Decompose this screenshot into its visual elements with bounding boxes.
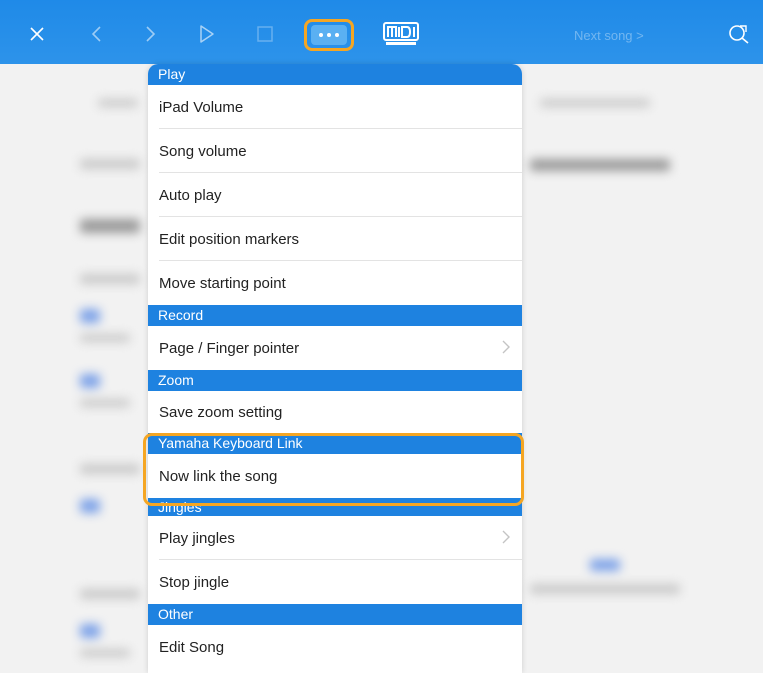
- menu-item-label: Now link the song: [159, 467, 278, 485]
- more-icon: [311, 25, 347, 45]
- more-button[interactable]: [304, 19, 354, 51]
- section-header-record: Record: [148, 305, 522, 326]
- menu-item-save-zoom-setting[interactable]: Save zoom setting: [148, 391, 522, 433]
- menu-item-song-volume[interactable]: Song volume: [148, 129, 522, 173]
- menu-item-label: Stop jingle: [159, 573, 230, 591]
- play-icon[interactable]: [193, 20, 221, 48]
- menu-item-now-link-the-song[interactable]: Now link the song: [148, 454, 522, 498]
- more-options-menu: Play iPad Volume Song volume Auto play E…: [148, 64, 522, 673]
- menu-item-play-jingles[interactable]: Play jingles: [148, 516, 522, 560]
- close-icon[interactable]: [23, 20, 51, 48]
- next-song-link[interactable]: Next song >: [574, 28, 644, 43]
- menu-item-label: Play jingles: [159, 529, 235, 547]
- menu-item-label: Page / Finger pointer: [159, 339, 300, 357]
- section-header-zoom: Zoom: [148, 370, 522, 391]
- top-toolbar: Next song >: [0, 0, 763, 64]
- menu-item-auto-play[interactable]: Auto play: [148, 173, 522, 217]
- search-settings-icon[interactable]: [725, 20, 753, 48]
- menu-item-label: iPad Volume: [159, 98, 244, 116]
- chevron-left-icon[interactable]: [83, 20, 111, 48]
- chevron-right-icon: [502, 530, 510, 548]
- chevron-right-icon[interactable]: [136, 20, 164, 48]
- menu-item-stop-jingle[interactable]: Stop jingle: [148, 560, 522, 604]
- section-header-jingles: Jingles: [148, 498, 522, 516]
- menu-item-move-starting-point[interactable]: Move starting point: [148, 261, 522, 305]
- menu-item-page-finger-pointer[interactable]: Page / Finger pointer: [148, 326, 522, 370]
- menu-item-label: Auto play: [159, 186, 222, 204]
- menu-item-ipad-volume[interactable]: iPad Volume: [148, 85, 522, 129]
- menu-item-label: Move starting point: [159, 274, 286, 292]
- menu-item-edit-song[interactable]: Edit Song: [148, 625, 522, 669]
- menu-item-label: Song volume: [159, 142, 247, 160]
- stop-icon[interactable]: [251, 20, 279, 48]
- menu-item-label: Edit position markers: [159, 230, 300, 248]
- menu-item-label: Edit Song: [159, 638, 225, 656]
- section-header-other: Other: [148, 604, 522, 625]
- chevron-right-icon: [502, 340, 510, 358]
- menu-item-label: Save zoom setting: [159, 403, 283, 421]
- section-header-play: Play: [148, 64, 522, 85]
- menu-item-edit-position-markers[interactable]: Edit position markers: [148, 217, 522, 261]
- midi-logo[interactable]: [383, 21, 419, 47]
- section-header-yamaha-keyboard-link: Yamaha Keyboard Link: [148, 433, 522, 454]
